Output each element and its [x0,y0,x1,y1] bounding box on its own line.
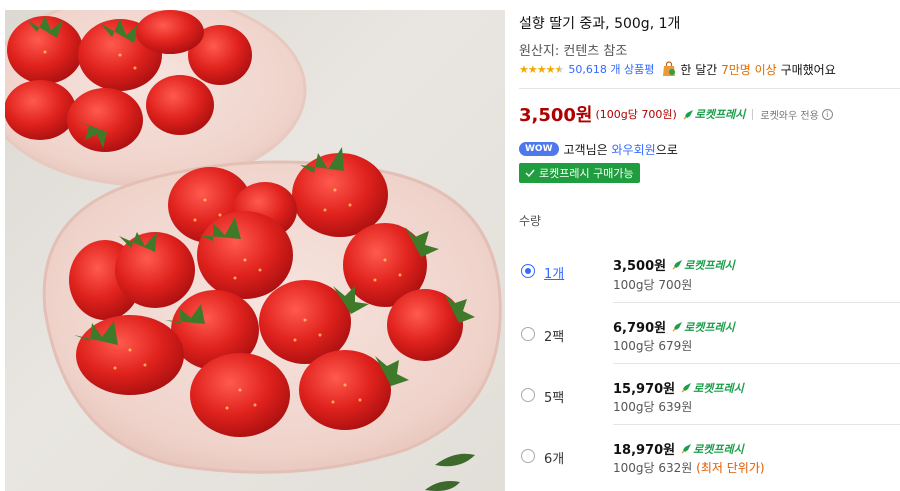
membership-row: WOW 고객님은 와우회원으로 [519,141,678,157]
product-image [5,10,505,491]
option-unit-price: 100g당 632원 (최저 단위가) [613,459,765,476]
option-price-line: 6,790원 로켓프레시 [613,317,735,337]
option-name[interactable]: 6개 [544,448,564,467]
option-unit-price: 100g당 700원 [613,278,693,292]
rocket-icon [672,322,683,332]
quantity-label: 수량 [519,214,542,228]
option-row[interactable]: 2팩 6,790원 로켓프레시 100g당 679원 [519,303,900,364]
membership-suffix: 으로 [655,142,678,157]
divider [519,88,900,89]
rocket-fresh-text: 로켓프레시 [693,381,744,395]
option-price-line: 18,970원 로켓프레시 [613,439,744,459]
rocket-fresh-available-badge: 로켓프레시 구매가능 [519,163,640,183]
star-icon: ★ [527,62,538,76]
option-row[interactable]: 5팩 15,970원 로켓프레시 100g당 639원 [519,364,900,425]
option-unit-price: 100g당 679원 [613,339,693,353]
option-row[interactable]: 1개 3,500원 로켓프레시 100g당 700원 [519,242,900,303]
rocket-icon [683,109,693,120]
option-price-line: 3,500원 로켓프레시 [613,255,735,275]
product-title: 설향 딸기 중과, 500g, 1개 [519,16,681,32]
review-count-link[interactable]: 50,618 개 상품평 [568,61,654,77]
rocket-fresh-text: 로켓프레시 [684,258,735,272]
check-icon [525,169,535,178]
separator [752,108,754,120]
option-name[interactable]: 5팩 [544,387,564,406]
star-half-icon: ★ [554,62,565,76]
radio-icon[interactable] [521,388,535,402]
sale-price: 3,500원 [519,105,593,126]
strawberry-photo [5,10,502,491]
star-icon: ★ [536,62,547,76]
rocket-icon [681,383,692,393]
wow-badge: WOW [519,142,559,156]
option-unit-value: 100g당 632원 [613,461,693,475]
option-name[interactable]: 1개 [544,263,564,282]
option-row[interactable]: 6개 18,970원 로켓프레시 100g당 632원 (최저 단위가) [519,425,900,486]
rocket-fresh-text: 로켓프레시 [694,108,746,121]
info-icon[interactable]: i [821,108,833,120]
rocket-fresh-text: 로켓프레시 [693,442,744,456]
rating-row: ★ ★ ★ ★ ★ 50,618 개 상품평 한 달간 7만명 이상 구매했어요 [519,61,836,77]
option-name[interactable]: 2팩 [544,326,564,345]
option-price: 18,970원 [613,443,676,458]
option-unit-price: 100g당 639원 [613,400,693,414]
radio-icon[interactable] [521,264,535,278]
unit-price: (100g당 700원) [595,108,677,121]
purchase-stat-prefix: 한 달간 [680,62,718,77]
rocket-fresh-available-text: 로켓프레시 구매가능 [539,167,634,180]
star-icon: ★ [545,62,556,76]
option-price: 15,970원 [613,382,676,397]
wow-member-link[interactable]: 와우회원 [612,143,656,157]
purchase-stat: 한 달간 7만명 이상 구매했어요 [680,61,835,78]
product-origin: 원산지: 컨텐츠 참조 [519,44,628,59]
lowest-unit-price-note: (최저 단위가) [696,461,765,475]
purchase-stat-highlight: 7만명 이상 [721,62,777,77]
option-price: 6,790원 [613,321,667,336]
membership-prefix: 고객님은 [563,142,608,157]
rocket-fresh-label: 로켓프레시 [683,106,746,122]
radio-icon[interactable] [521,327,535,341]
shopping-bag-icon [663,61,676,76]
product-info-panel: 설향 딸기 중과, 500g, 1개 원산지: 컨텐츠 참조 ★ ★ ★ ★ ★… [519,0,900,491]
price-row: 3,500원 (100g당 700원) 로켓프레시 로켓와우 전용 i [519,103,833,126]
star-icon: ★ [519,62,529,76]
membership-text: 고객님은 와우회원으로 [564,141,678,158]
option-price: 3,500원 [613,259,667,274]
purchase-stat-suffix: 구매했어요 [780,62,836,77]
rocket-icon [672,260,683,270]
option-price-line: 15,970원 로켓프레시 [613,378,744,398]
rocket-icon [681,444,692,454]
rocket-fresh-text: 로켓프레시 [684,320,735,334]
star-rating[interactable]: ★ ★ ★ ★ ★ [519,62,565,76]
rocket-wow-only: 로켓와우 전용 [760,110,819,122]
radio-icon[interactable] [521,449,535,463]
